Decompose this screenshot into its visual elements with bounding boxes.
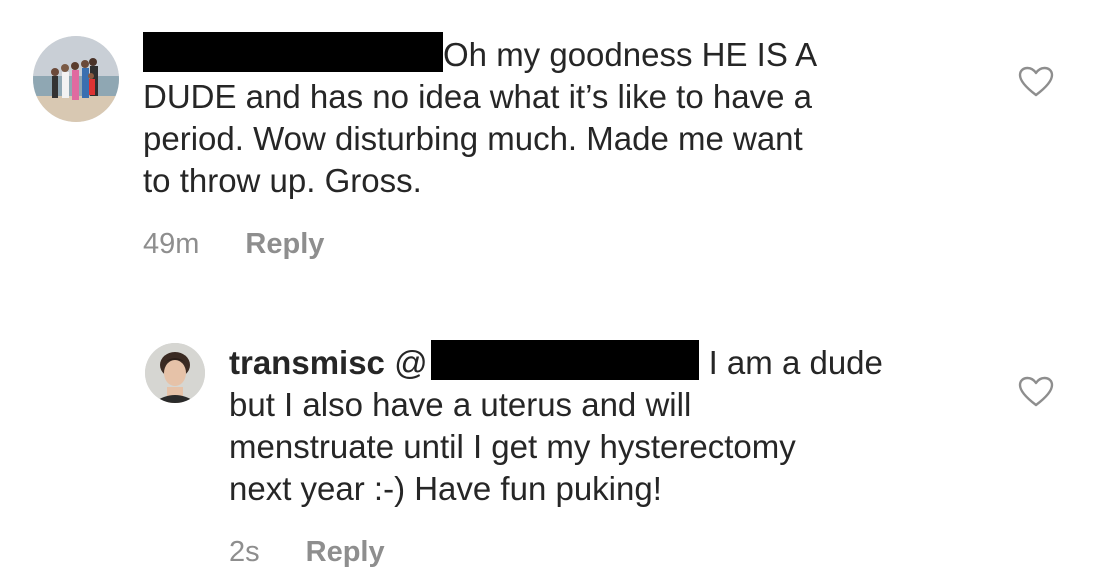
reply-text: transmisc @ I am a dude but I also have a…: [229, 340, 989, 510]
reply-meta: 2s Reply: [229, 536, 385, 569]
comment-line-2: DUDE and has no idea what it’s like to h…: [143, 78, 812, 115]
reply-line-4: next year :-) Have fun puking!: [229, 470, 662, 507]
redacted-mention: [430, 340, 699, 380]
reply-line-2: but I also have a uterus and will: [229, 386, 692, 423]
reply-text-line1: I am a dude: [708, 344, 883, 381]
comment-text-line1: Oh my goodness HE IS A: [443, 36, 818, 73]
avatar[interactable]: [33, 36, 119, 122]
heart-outline-icon[interactable]: [1018, 376, 1054, 408]
profile-photo-avatar-icon: [145, 343, 205, 403]
redacted-username: [143, 32, 443, 72]
reply-button[interactable]: Reply: [245, 228, 324, 261]
comment-text: Oh my goodness HE IS A DUDE and has no i…: [143, 32, 963, 202]
reply-line-1: transmisc @ I am a dude: [229, 340, 989, 384]
comment-line-3: period. Wow disturbing much. Made me wan…: [143, 120, 803, 157]
group-photo-avatar-icon: [33, 36, 119, 122]
username[interactable]: transmisc: [229, 344, 385, 381]
timestamp: 49m: [143, 228, 200, 260]
reply-button[interactable]: Reply: [306, 536, 385, 569]
reply-line-3: menstruate until I get my hysterectomy: [229, 428, 796, 465]
heart-outline-icon[interactable]: [1018, 66, 1054, 98]
comment-meta: 49m Reply: [143, 228, 324, 261]
comment-line-1: Oh my goodness HE IS A: [143, 32, 963, 76]
timestamp: 2s: [229, 536, 260, 568]
avatar[interactable]: [145, 343, 205, 403]
comment-line-4: to throw up. Gross.: [143, 162, 422, 199]
mention-at[interactable]: @: [394, 344, 428, 381]
